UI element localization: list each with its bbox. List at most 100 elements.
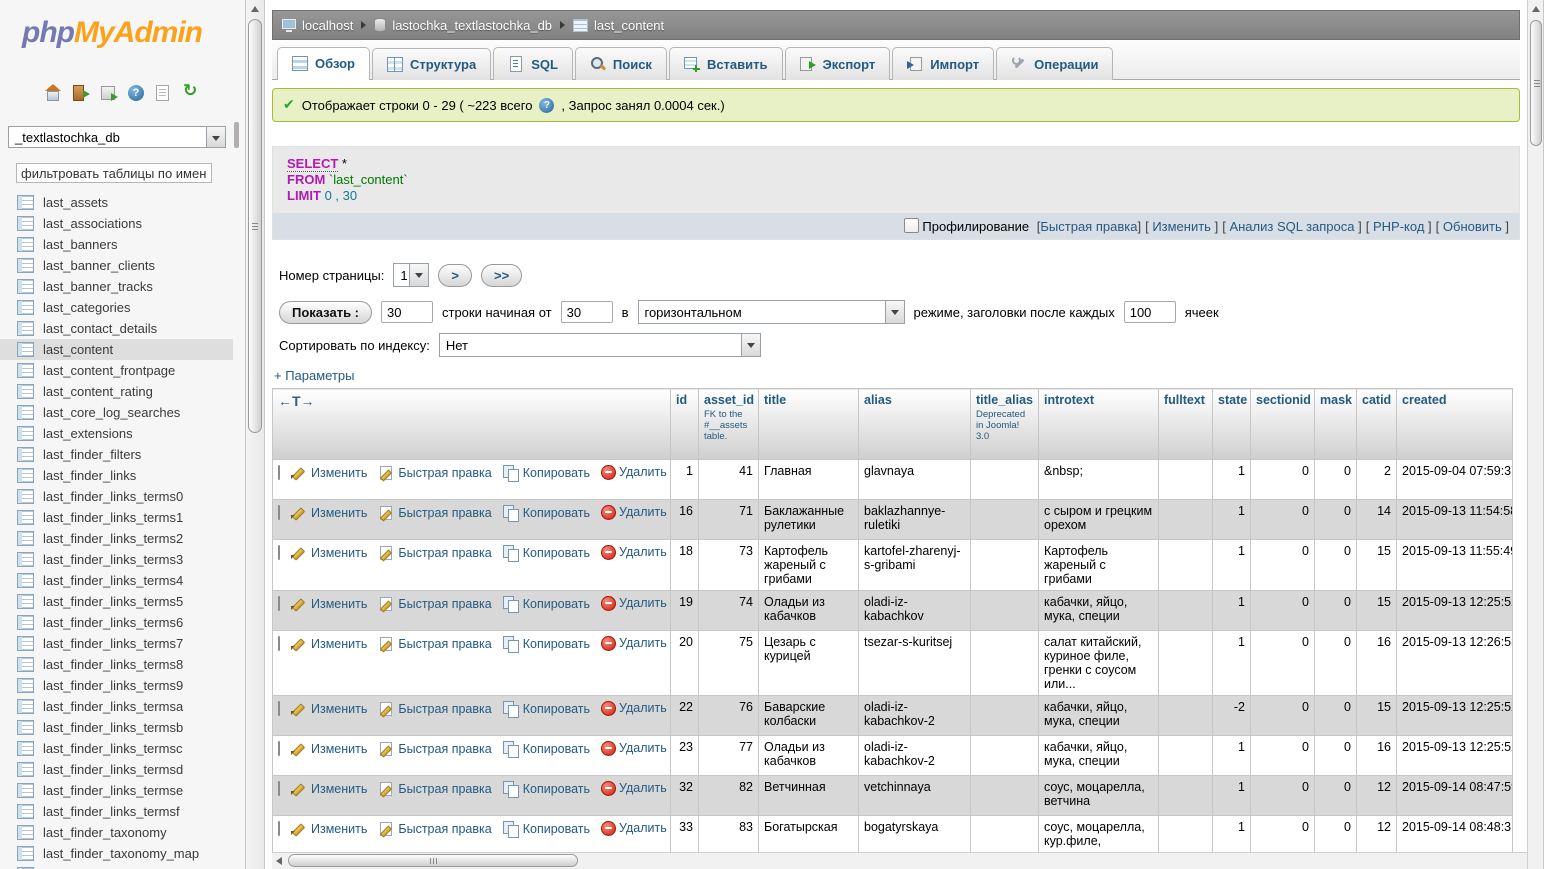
sidebar-item-last_banner_tracks[interactable]: last_banner_tracks <box>0 276 233 297</box>
delete-link[interactable]: Удалить <box>601 636 667 651</box>
help-icon[interactable] <box>539 97 555 113</box>
chevron-down-icon[interactable] <box>409 264 429 286</box>
copy-link[interactable]: Копировать <box>502 741 590 758</box>
chevron-down-icon[interactable] <box>740 334 760 356</box>
breadcrumb-server[interactable]: localhost <box>282 18 353 33</box>
row-checkbox[interactable] <box>278 545 280 560</box>
row-checkbox[interactable] <box>278 781 280 796</box>
column-sort-link[interactable]: asset_id <box>704 393 754 407</box>
sidebar-item-last_finder_taxonomy[interactable]: last_finder_taxonomy <box>0 822 233 843</box>
sidebar-item-last_finder_links_terms5[interactable]: last_finder_links_terms5 <box>0 591 233 612</box>
sidebar-item-last_finder_links_termsd[interactable]: last_finder_links_termsd <box>0 759 233 780</box>
copy-link[interactable]: Копировать <box>502 821 590 838</box>
chevron-down-icon[interactable] <box>206 127 225 147</box>
quick-edit-link[interactable]: Быстрая правка <box>378 701 492 717</box>
sidebar-item-last_categories[interactable]: last_categories <box>0 297 233 318</box>
quick-edit-link[interactable]: Быстрая правка <box>378 505 492 521</box>
sidebar-item-last_contact_details[interactable]: last_contact_details <box>0 318 233 339</box>
scroll-left-arrow[interactable] <box>272 854 286 868</box>
copy-link[interactable]: Копировать <box>502 465 590 482</box>
copy-link[interactable]: Копировать <box>502 701 590 718</box>
edit-link[interactable]: Изменить <box>291 781 367 797</box>
repeat-headers-input[interactable] <box>1123 301 1176 323</box>
sidebar-item-last_finder_links_terms3[interactable]: last_finder_links_terms3 <box>0 549 233 570</box>
row-checkbox[interactable] <box>278 505 280 520</box>
edit-link[interactable]: Изменить <box>291 821 367 837</box>
phpmyadmin-logo[interactable]: phpMyAdmin <box>22 16 233 50</box>
transpose-controls[interactable]: ←T→ <box>278 393 315 409</box>
tab-insert[interactable]: Вставить <box>668 47 783 80</box>
help-icon[interactable] <box>128 85 144 101</box>
scroll-thumb[interactable] <box>1530 20 1542 146</box>
row-checkbox[interactable] <box>278 465 280 480</box>
tab-structure[interactable]: Структура <box>372 48 492 80</box>
delete-link[interactable]: Удалить <box>601 821 667 836</box>
quick-edit-link[interactable]: Быстрая правка <box>378 636 492 652</box>
column-sort-link[interactable]: state <box>1218 393 1247 407</box>
sidebar-item-last_core_log_searches[interactable]: last_core_log_searches <box>0 402 233 423</box>
sidebar-item-last_finder_links_terms2[interactable]: last_finder_links_terms2 <box>0 528 233 549</box>
edit-link[interactable]: Изменить <box>291 701 367 717</box>
sidebar-item-last_finder_links_termsb[interactable]: last_finder_links_termsb <box>0 717 233 738</box>
chevron-down-icon[interactable] <box>884 301 904 323</box>
tab-sql[interactable]: SQL <box>493 47 573 80</box>
inline-query-link[interactable]: Анализ SQL запроса <box>1226 219 1358 234</box>
row-checkbox[interactable] <box>278 741 280 756</box>
sidebar-item-last_finder_links_termse[interactable]: last_finder_links_termse <box>0 780 233 801</box>
sidebar-item-last_banners[interactable]: last_banners <box>0 234 233 255</box>
display-mode-select[interactable]: горизонтальном <box>637 300 905 324</box>
copy-link[interactable]: Копировать <box>502 505 590 522</box>
row-checkbox[interactable] <box>278 636 280 651</box>
sidebar-item-last_content_frontpage[interactable]: last_content_frontpage <box>0 360 233 381</box>
sidebar-item-last_finder_links_termsf[interactable]: last_finder_links_termsf <box>0 801 233 822</box>
database-select[interactable]: _textlastochka_db <box>8 126 226 148</box>
column-sort-link[interactable]: sectionid <box>1256 393 1311 407</box>
scroll-thumb[interactable] <box>248 19 262 433</box>
sidebar-item-last_finder_links_terms7[interactable]: last_finder_links_terms7 <box>0 633 233 654</box>
column-sort-link[interactable]: title_alias <box>976 393 1033 407</box>
copy-link[interactable]: Копировать <box>502 596 590 613</box>
sidebar-scrollbar[interactable] <box>245 0 265 869</box>
tab-export[interactable]: Экспорт <box>784 47 891 80</box>
sidebar-item-last_finder_terms[interactable]: last_finder_terms <box>0 864 233 869</box>
column-sort-link[interactable]: catid <box>1362 393 1391 407</box>
show-button[interactable]: Показать : <box>279 300 372 324</box>
sidebar-item-last_finder_links_terms8[interactable]: last_finder_links_terms8 <box>0 654 233 675</box>
docs-icon[interactable] <box>154 84 172 102</box>
sidebar-item-last_finder_links_terms6[interactable]: last_finder_links_terms6 <box>0 612 233 633</box>
resize-handle[interactable] <box>234 122 239 148</box>
column-sort-link[interactable]: alias <box>864 393 965 407</box>
inline-query-link[interactable]: Быстрая правка <box>1040 219 1137 234</box>
sidebar-item-last_content[interactable]: last_content <box>0 339 233 360</box>
sidebar-item-last_banner_clients[interactable]: last_banner_clients <box>0 255 233 276</box>
page-scrollbar[interactable] <box>1527 0 1544 869</box>
options-toggle-link[interactable]: + Параметры <box>274 368 1527 383</box>
quick-edit-link[interactable]: Быстрая правка <box>378 465 492 481</box>
quick-edit-link[interactable]: Быстрая правка <box>378 741 492 757</box>
edit-link[interactable]: Изменить <box>291 596 367 612</box>
breadcrumb-database[interactable]: lastochka_textlastochka_db <box>374 18 552 33</box>
sidebar-item-last_finder_links[interactable]: last_finder_links <box>0 465 233 486</box>
delete-link[interactable]: Удалить <box>601 505 667 520</box>
copy-link[interactable]: Копировать <box>502 636 590 653</box>
last-page-button[interactable]: >> <box>480 263 523 287</box>
column-sort-link[interactable]: id <box>676 393 693 407</box>
sidebar-item-last_finder_links_terms4[interactable]: last_finder_links_terms4 <box>0 570 233 591</box>
start-row-input[interactable] <box>560 301 613 323</box>
sidebar-item-last_finder_links_terms1[interactable]: last_finder_links_terms1 <box>0 507 233 528</box>
breadcrumb-table[interactable]: last_content <box>573 18 664 33</box>
home-icon[interactable] <box>44 84 62 102</box>
delete-link[interactable]: Удалить <box>601 545 667 560</box>
edit-link[interactable]: Изменить <box>291 545 367 561</box>
row-checkbox[interactable] <box>278 821 280 836</box>
sidebar-item-last_finder_filters[interactable]: last_finder_filters <box>0 444 233 465</box>
tab-browse[interactable]: Обзор <box>277 47 370 80</box>
sidebar-item-last_assets[interactable]: last_assets <box>0 192 233 213</box>
horizontal-scrollbar[interactable] <box>272 852 1527 869</box>
quick-edit-link[interactable]: Быстрая правка <box>378 596 492 612</box>
tab-import[interactable]: Импорт <box>892 47 995 80</box>
logout-icon[interactable] <box>72 84 90 102</box>
edit-link[interactable]: Изменить <box>291 636 367 652</box>
edit-link[interactable]: Изменить <box>291 741 367 757</box>
delete-link[interactable]: Удалить <box>601 465 667 480</box>
